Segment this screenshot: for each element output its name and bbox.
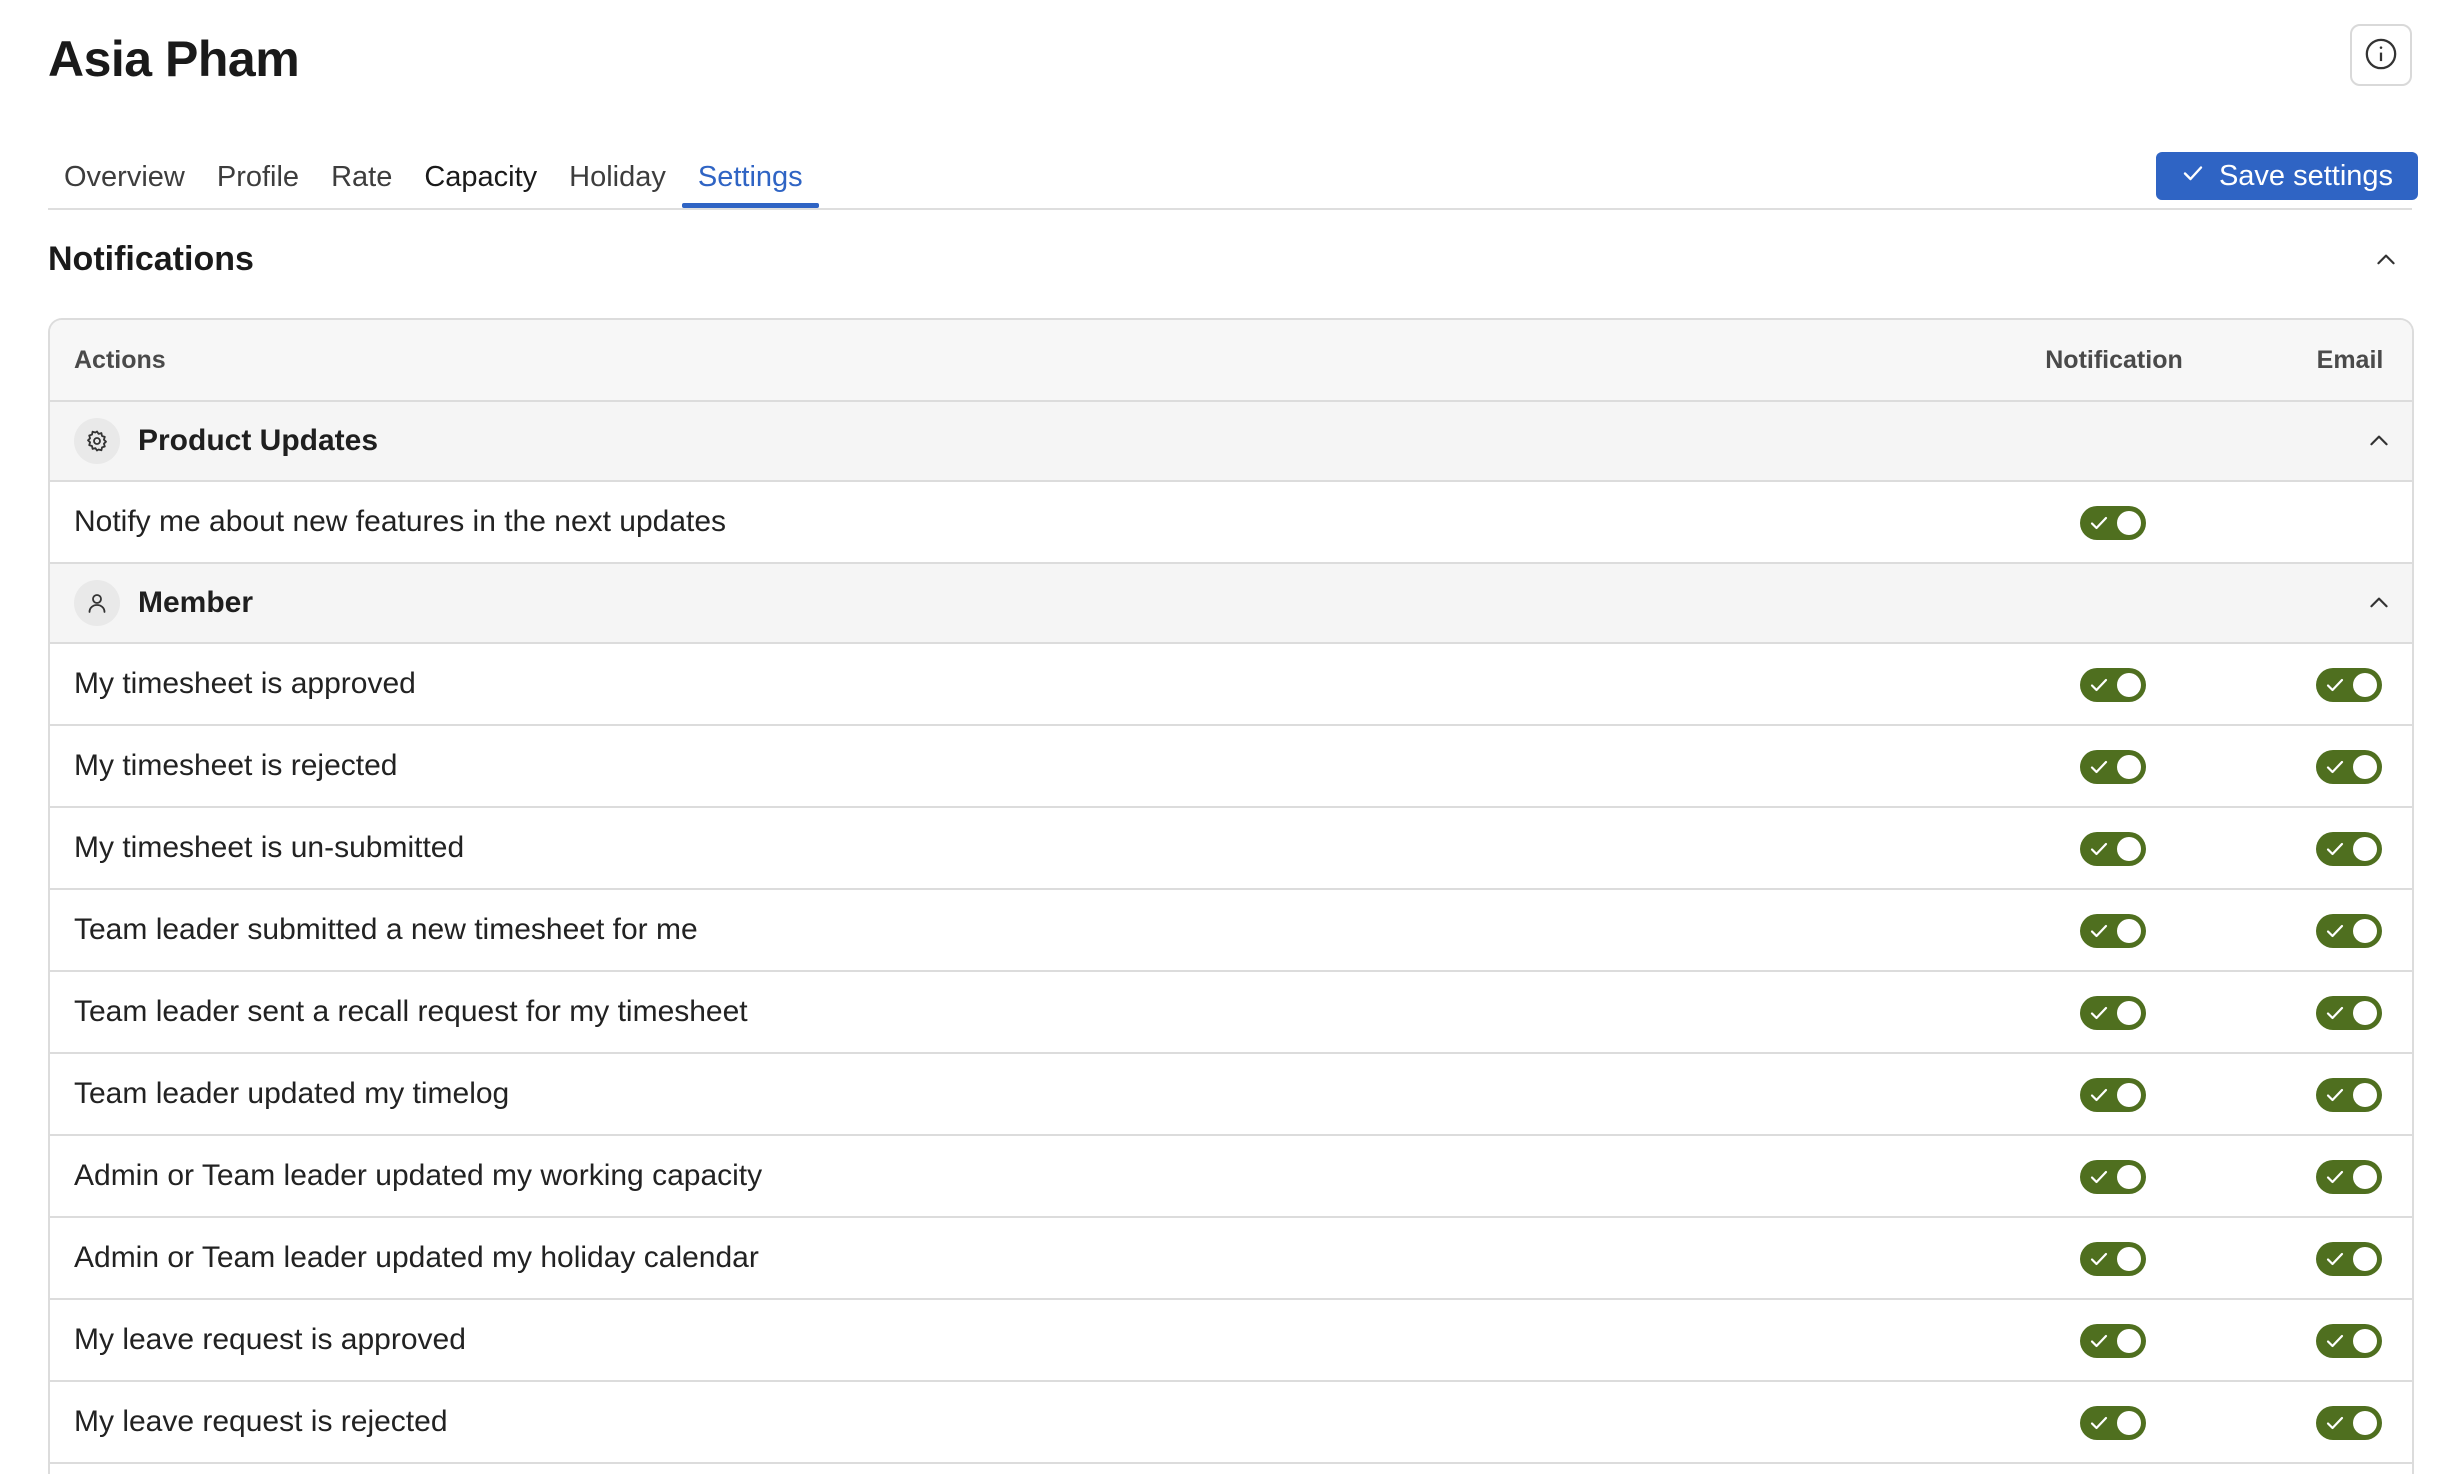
notification-toggle[interactable] [2080, 1160, 2146, 1194]
tab-holiday[interactable]: Holiday [553, 150, 682, 208]
toggle-knob [2353, 837, 2377, 861]
notification-toggle[interactable] [2080, 1078, 2146, 1112]
notification-toggle[interactable] [2080, 832, 2146, 866]
user-icon [74, 580, 120, 626]
tab-settings[interactable]: Settings [681, 150, 819, 208]
email-toggle[interactable] [2316, 1406, 2382, 1440]
column-header-email: Email [2316, 346, 2384, 374]
notification-toggle[interactable] [2080, 1242, 2146, 1276]
email-toggle[interactable] [2316, 1078, 2382, 1112]
info-button[interactable] [2350, 24, 2412, 86]
section-collapse-button[interactable] [2366, 242, 2406, 282]
row-label: Team leader sent a recall request for my… [74, 995, 748, 1028]
toggle-knob [2353, 1165, 2377, 1189]
toggle-knob [2117, 1083, 2141, 1107]
toggle-knob [2117, 1411, 2141, 1435]
toggle-knob [2353, 673, 2377, 697]
notification-toggle[interactable] [2080, 506, 2146, 540]
tab-profile[interactable]: Profile [201, 150, 315, 208]
tab-overview[interactable]: Overview [48, 150, 201, 208]
group-label: Member [138, 586, 254, 619]
table-row: Team leader updated my timelog [50, 1054, 2412, 1136]
row-label: Admin or Team leader updated my working … [74, 1159, 763, 1192]
toggle-knob [2117, 837, 2141, 861]
toggle-knob [2117, 1165, 2141, 1189]
toggle-knob [2353, 1083, 2377, 1107]
tab-rate[interactable]: Rate [315, 150, 408, 208]
email-toggle[interactable] [2316, 832, 2382, 866]
row-label: My timesheet is rejected [74, 749, 398, 782]
notifications-table: Actions Notification Email Product Updat… [48, 318, 2414, 1474]
toggle-knob [2117, 755, 2141, 779]
chevron-up-icon [2373, 247, 2399, 278]
toggle-knob [2117, 919, 2141, 943]
row-label: My leave request is approved [74, 1323, 466, 1356]
toggle-knob [2353, 919, 2377, 943]
toggle-knob [2353, 1247, 2377, 1271]
toggle-knob [2117, 1329, 2141, 1353]
save-settings-button[interactable]: Save settings [2156, 152, 2418, 200]
toggle-knob [2117, 1001, 2141, 1025]
row-label: Notify me about new features in the next… [74, 505, 727, 538]
column-header-notification: Notification [2045, 346, 2183, 374]
email-toggle[interactable] [2316, 996, 2382, 1030]
check-icon [2181, 160, 2205, 193]
row-label: My timesheet is approved [74, 667, 416, 700]
page-title: Asia Pham [48, 31, 300, 87]
table-header: Actions Notification Email [50, 320, 2412, 402]
toggle-knob [2353, 755, 2377, 779]
notification-toggle[interactable] [2080, 1406, 2146, 1440]
table-body: Product Updates Notify me about new featu… [50, 402, 2412, 1464]
email-toggle[interactable] [2316, 1160, 2382, 1194]
save-settings-label: Save settings [2218, 159, 2394, 192]
table-row: Admin or Team leader updated my holiday … [50, 1218, 2412, 1300]
table-row: Admin or Team leader updated my working … [50, 1136, 2412, 1218]
tab-capacity[interactable]: Capacity [408, 150, 553, 208]
email-toggle[interactable] [2316, 668, 2382, 702]
chevron-up-icon[interactable] [2360, 584, 2398, 622]
toggle-knob [2353, 1329, 2377, 1353]
toggle-knob [2117, 673, 2141, 697]
tabs-divider [48, 208, 2412, 210]
toggle-knob [2117, 511, 2141, 535]
toggle-knob [2117, 1247, 2141, 1271]
table-row: My timesheet is approved [50, 644, 2412, 726]
table-row: Team leader sent a recall request for my… [50, 972, 2412, 1054]
notification-toggle[interactable] [2080, 996, 2146, 1030]
email-toggle[interactable] [2316, 914, 2382, 948]
table-row: Team leader submitted a new timesheet fo… [50, 890, 2412, 972]
group-label: Product Updates [138, 424, 379, 457]
table-row: My leave request is rejected [50, 1382, 2412, 1464]
toggle-knob [2353, 1001, 2377, 1025]
table-row: Notify me about new features in the next… [50, 482, 2412, 564]
email-toggle[interactable] [2316, 1324, 2382, 1358]
table-row: My timesheet is un-submitted [50, 808, 2412, 890]
gear-icon [74, 418, 120, 464]
table-row: My leave request is approved [50, 1300, 2412, 1382]
row-label: My leave request is rejected [74, 1405, 448, 1438]
row-label: Team leader updated my timelog [74, 1077, 510, 1110]
row-label: My timesheet is un-submitted [74, 831, 465, 864]
table-row: My timesheet is rejected [50, 726, 2412, 808]
email-toggle[interactable] [2316, 1242, 2382, 1276]
notification-toggle[interactable] [2080, 668, 2146, 702]
info-circle-icon [2364, 37, 2398, 74]
chevron-up-icon[interactable] [2360, 422, 2398, 460]
tab-bar: Overview Profile Rate Capacity Holiday S… [48, 150, 819, 208]
email-toggle[interactable] [2316, 750, 2382, 784]
section-title: Notifications [48, 240, 254, 278]
notification-toggle[interactable] [2080, 750, 2146, 784]
row-label: Team leader submitted a new timesheet fo… [74, 913, 698, 946]
row-label: Admin or Team leader updated my holiday … [74, 1241, 759, 1274]
toggle-knob [2353, 1411, 2377, 1435]
group-header[interactable]: Product Updates [50, 402, 2412, 482]
notification-toggle[interactable] [2080, 1324, 2146, 1358]
group-header[interactable]: Member [50, 564, 2412, 644]
column-header-actions: Actions [74, 346, 166, 374]
notification-toggle[interactable] [2080, 914, 2146, 948]
